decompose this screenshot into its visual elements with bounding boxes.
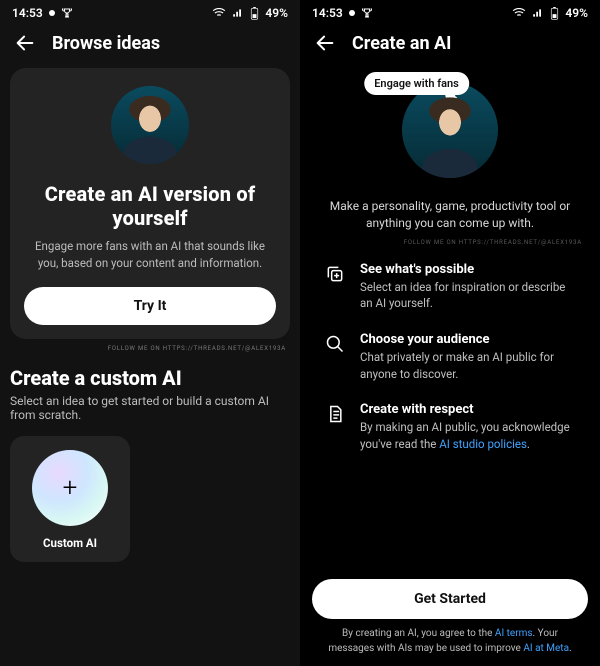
plus-circle-icon: + bbox=[32, 450, 108, 526]
item-sub: By making an AI public, you acknowledge … bbox=[360, 419, 576, 452]
item-sub: Chat privately or make an AI public for … bbox=[360, 349, 576, 382]
item-title: Create with respect bbox=[360, 402, 576, 417]
ai-yourself-card[interactable]: Create an AI version of yourself Engage … bbox=[10, 68, 290, 339]
tile-label: Custom AI bbox=[30, 536, 110, 550]
feature-item-possible: See what's possible Select an idea for i… bbox=[324, 262, 576, 312]
item-title: See what's possible bbox=[360, 262, 576, 277]
battery-icon bbox=[250, 7, 259, 20]
status-time: 14:53 bbox=[312, 6, 343, 20]
custom-ai-tile[interactable]: + Custom AI bbox=[10, 436, 130, 562]
item-sub: Select an idea for inspiration or descri… bbox=[360, 279, 576, 312]
signal-icon bbox=[532, 8, 544, 18]
status-battery: 49% bbox=[265, 6, 288, 20]
card-sub: Engage more fans with an AI that sounds … bbox=[24, 238, 276, 271]
ai-at-meta-link[interactable]: AI at Meta bbox=[523, 643, 569, 654]
try-it-button[interactable]: Try It bbox=[24, 287, 276, 325]
screen-create-ai: 14:53 49% Create an AI Engage with fans … bbox=[300, 0, 600, 666]
page-title: Browse ideas bbox=[52, 33, 160, 54]
watermark: FOLLOW ME ON HTTPS://THREADS.NET/@ALEX19… bbox=[10, 339, 290, 362]
legal-text: By creating an AI, you agree to the AI t… bbox=[312, 627, 588, 656]
search-icon bbox=[324, 332, 346, 382]
custom-ai-title: Create a custom AI bbox=[10, 366, 290, 390]
notification-dot-icon bbox=[49, 10, 55, 16]
trophy-icon bbox=[61, 7, 73, 19]
watermark: FOLLOW ME ON HTTPS://THREADS.NET/@ALEX19… bbox=[310, 233, 590, 246]
ai-terms-link[interactable]: AI terms bbox=[495, 628, 533, 639]
navbar: Create an AI bbox=[300, 22, 600, 60]
trophy-icon bbox=[361, 7, 373, 19]
policies-link[interactable]: AI studio policies bbox=[439, 437, 527, 451]
status-battery: 49% bbox=[565, 6, 588, 20]
avatar bbox=[402, 82, 498, 178]
card-headline: Create an AI version of yourself bbox=[24, 182, 276, 230]
signal-icon bbox=[232, 8, 244, 18]
hero-sub: Make a personality, game, productivity t… bbox=[324, 198, 576, 233]
document-icon bbox=[324, 402, 346, 452]
avatar bbox=[111, 86, 189, 164]
copy-plus-icon bbox=[324, 262, 346, 312]
battery-icon bbox=[550, 7, 559, 20]
notification-dot-icon bbox=[349, 10, 355, 16]
wifi-icon bbox=[512, 8, 526, 18]
feature-item-respect: Create with respect By making an AI publ… bbox=[324, 402, 576, 452]
wifi-icon bbox=[212, 8, 226, 18]
screen-browse-ideas: 14:53 49% Browse ideas Create an AI vers… bbox=[0, 0, 300, 666]
back-icon[interactable] bbox=[314, 32, 336, 54]
back-icon[interactable] bbox=[14, 32, 36, 54]
navbar: Browse ideas bbox=[0, 22, 300, 68]
status-bar: 14:53 49% bbox=[300, 0, 600, 22]
status-bar: 14:53 49% bbox=[0, 0, 300, 22]
status-time: 14:53 bbox=[12, 6, 43, 20]
get-started-button[interactable]: Get Started bbox=[312, 579, 588, 619]
custom-ai-sub: Select an idea to get started or build a… bbox=[10, 394, 290, 422]
page-title: Create an AI bbox=[352, 33, 451, 54]
item-title: Choose your audience bbox=[360, 332, 576, 347]
feature-item-audience: Choose your audience Chat privately or m… bbox=[324, 332, 576, 382]
